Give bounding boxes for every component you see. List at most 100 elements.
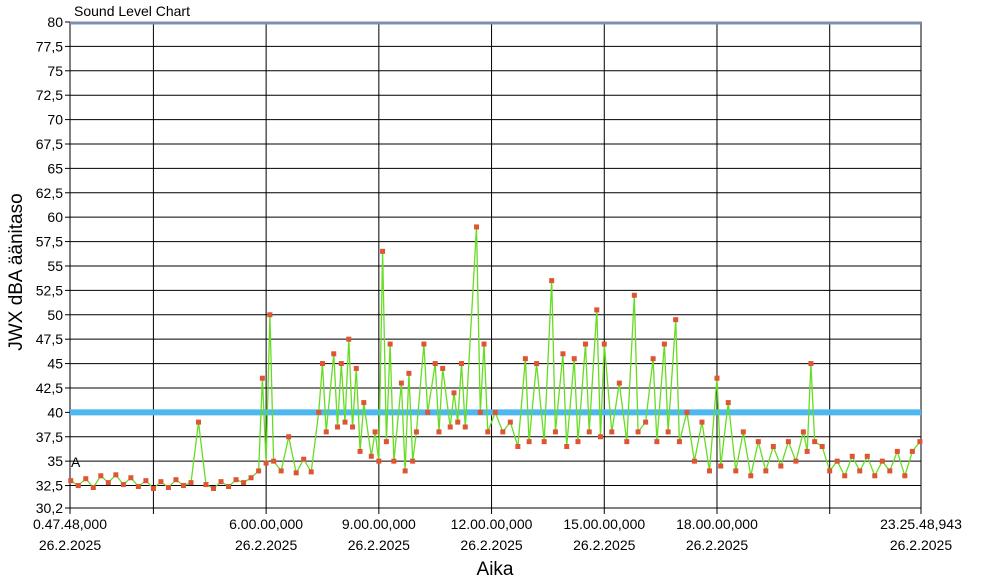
data-point: [819, 444, 825, 450]
data-point: [834, 458, 840, 464]
data-point: [398, 380, 404, 386]
data-point: [560, 351, 566, 357]
data-point: [770, 444, 776, 450]
data-point: [180, 483, 186, 489]
data-point: [474, 224, 480, 230]
x-tick-date: 26.2.2025: [686, 537, 748, 553]
y-tick-label: 67,5: [36, 136, 63, 152]
data-point: [643, 419, 649, 425]
x-tick-date: 26.2.2025: [39, 537, 101, 553]
data-point: [549, 278, 555, 284]
data-point: [357, 448, 363, 454]
x-tick-time: 15.00.00,000: [563, 516, 645, 532]
data-point: [372, 429, 378, 435]
data-point: [872, 473, 878, 479]
data-point: [113, 472, 119, 478]
data-point: [684, 409, 690, 415]
y-tick-label: 32,5: [36, 478, 63, 494]
data-point: [714, 375, 720, 381]
data-point: [241, 480, 247, 486]
data-point: [316, 409, 322, 415]
data-point: [458, 361, 464, 367]
data-point: [785, 439, 791, 445]
data-point: [376, 458, 382, 464]
data-point: [748, 473, 754, 479]
data-point: [248, 475, 254, 481]
data-point: [917, 439, 923, 445]
data-point: [211, 485, 217, 491]
y-tick-label: 80: [47, 14, 63, 30]
data-point: [259, 375, 265, 381]
data-point: [665, 429, 671, 435]
data-point: [68, 478, 74, 484]
data-point: [406, 370, 412, 376]
y-tick-label: 47,5: [36, 331, 63, 347]
data-point: [879, 458, 885, 464]
data-point: [256, 468, 262, 474]
data-point: [263, 460, 269, 466]
data-point: [120, 482, 126, 488]
x-tick-date: 26.2.2025: [348, 537, 410, 553]
y-tick-label: 72,5: [36, 87, 63, 103]
data-point: [763, 468, 769, 474]
data-point: [331, 351, 337, 357]
x-tick-date: 26.2.2025: [890, 537, 952, 553]
data-point: [83, 476, 89, 482]
data-point: [793, 458, 799, 464]
data-point: [233, 477, 239, 483]
data-point: [582, 341, 588, 347]
data-point: [594, 307, 600, 313]
data-point: [391, 458, 397, 464]
data-point: [812, 439, 818, 445]
y-tick-label: 55: [47, 258, 63, 274]
data-point: [432, 361, 438, 367]
data-point: [451, 390, 457, 396]
data-point: [575, 439, 581, 445]
y-tick-label: 57,5: [36, 234, 63, 250]
data-point: [849, 453, 855, 459]
x-tick-time: 0.47.48,000: [33, 516, 107, 532]
y-tick-label: 30,2: [36, 500, 63, 516]
data-point: [609, 429, 615, 435]
chart-title: Sound Level Chart: [74, 3, 190, 19]
data-point: [485, 429, 491, 435]
data-point: [350, 424, 356, 430]
data-point: [564, 444, 570, 450]
data-point: [410, 458, 416, 464]
x-axis-title: Aika: [477, 559, 514, 580]
y-tick-label: 60: [47, 209, 63, 225]
data-point: [857, 468, 863, 474]
data-point: [616, 380, 622, 386]
data-point: [293, 470, 299, 476]
data-point: [804, 448, 810, 454]
sound-level-chart: 30,2 32,5 35 37,5 40 42,5 45 47,5 50 52,5 55 57,5 60…: [6, 3, 962, 580]
data-point: [624, 439, 630, 445]
data-point: [477, 409, 483, 415]
data-point: [301, 456, 307, 462]
data-point: [338, 361, 344, 367]
data-point: [755, 439, 761, 445]
data-point: [534, 361, 540, 367]
data-point: [571, 356, 577, 362]
data-point: [105, 480, 111, 486]
data-point: [552, 429, 558, 435]
data-point: [346, 336, 352, 342]
data-point: [203, 482, 209, 488]
y-tick-label: 62,5: [36, 185, 63, 201]
data-point: [402, 468, 408, 474]
data-point: [598, 434, 604, 440]
data-point: [98, 473, 104, 479]
data-point: [827, 468, 833, 474]
data-point: [691, 458, 697, 464]
data-point: [661, 341, 667, 347]
x-tick-time: 12.00.00,000: [451, 516, 533, 532]
x-tick-time: 23.25.48,943: [880, 516, 962, 532]
data-point: [218, 479, 224, 485]
data-point: [699, 419, 705, 425]
data-point: [455, 419, 461, 425]
data-point: [541, 439, 547, 445]
y-tick-label: 37,5: [36, 429, 63, 445]
data-point: [800, 429, 806, 435]
marker-label: A: [71, 454, 81, 470]
data-point: [368, 453, 374, 459]
